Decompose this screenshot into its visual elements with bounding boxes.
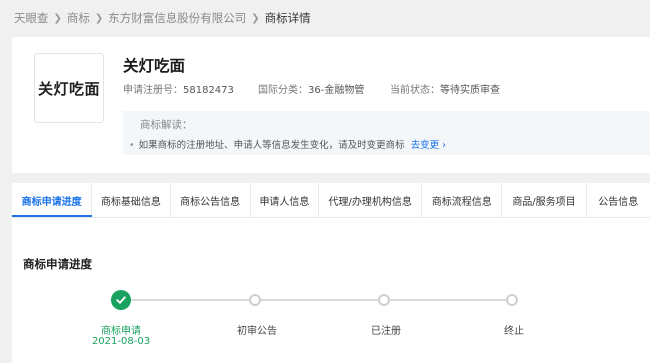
step-dot-terminated (506, 294, 518, 306)
trademark-detail-panel: 商标申请进度 商标基础信息 商标公告信息 申请人信息 代理/办理机构信息 商标流… (12, 183, 650, 363)
current-status-label: 当前状态： (390, 85, 440, 96)
progress-track (131, 299, 249, 301)
step-label-terminated: 终止 (504, 326, 524, 337)
registration-number: 申请注册号：58182473 (123, 81, 234, 96)
step-label-preliminary: 初审公告 (237, 326, 277, 337)
step-label-registered: 已注册 (371, 326, 401, 337)
international-class-label: 国际分类： (258, 85, 308, 96)
chevron-right-icon: ❯ (251, 12, 260, 24)
step-dot-preliminary (249, 294, 261, 306)
change-trademark-link-label: 去变更 (410, 140, 440, 151)
trademark-name: 关灯吃面 (123, 57, 186, 75)
trademark-logo: 关灯吃面 (34, 53, 104, 123)
chevron-right-icon: › (442, 140, 446, 151)
breadcrumb: 天眼查 ❯ 商标 ❯ 东方财富信息股份有限公司 ❯ 商标详情 (14, 10, 311, 26)
step-label-application: 商标申请 (101, 326, 141, 337)
chevron-right-icon: ❯ (94, 12, 104, 24)
breadcrumb-item-current: 商标详情 (264, 11, 311, 25)
step-date-application: 2021-08-03 (91, 336, 151, 347)
trademark-interpretation: 商标解读： • 如果商标的注册地址、申请人等信息发生变化，请及时变更商标 去变更 › (123, 111, 650, 155)
trademark-header-card: 关灯吃面 关灯吃面 申请注册号：58182473 国际分类：36-金融物管 当前… (12, 37, 650, 173)
current-status: 当前状态：等待实质审查 (390, 81, 500, 96)
chevron-right-icon: ❯ (53, 12, 62, 24)
interpretation-label: 商标解读： (140, 119, 193, 131)
registration-number-label: 申请注册号： (123, 85, 183, 96)
interpretation-text: 如果商标的注册地址、申请人等信息发生变化，请及时变更商标 (138, 140, 405, 151)
international-class: 国际分类：36-金融物管 (258, 81, 364, 96)
international-class-value: 36-金融物管 (308, 85, 365, 96)
breadcrumb-item-trademark[interactable]: 商标 (67, 10, 90, 26)
change-trademark-link[interactable]: 去变更 › (411, 140, 446, 151)
interpretation-desc: • 如果商标的注册地址、申请人等信息发生变化，请及时变更商标 去变更 › (129, 137, 446, 151)
progress-track (390, 299, 506, 301)
current-status-value: 等待实质审查 (440, 85, 500, 96)
progress-track (261, 299, 378, 301)
check-icon (111, 290, 131, 310)
bullet-icon: • (129, 140, 135, 151)
breadcrumb-item-company[interactable]: 东方财富信息股份有限公司 (108, 10, 246, 26)
step-dot-registered (378, 294, 390, 306)
breadcrumb-item-tianyancha[interactable]: 天眼查 (14, 10, 49, 26)
registration-number-value: 58182473 (183, 85, 234, 96)
application-progress-steps: 商标申请 2021-08-03 初审公告 已注册 终止 (12, 183, 650, 363)
